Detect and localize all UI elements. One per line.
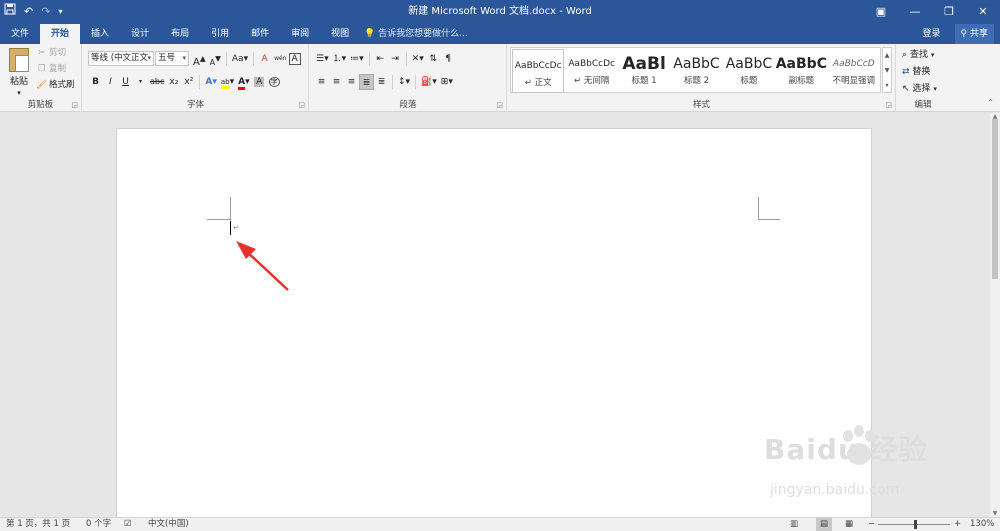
zoom-slider-thumb[interactable] <box>914 520 917 529</box>
read-mode-icon[interactable]: ▥ <box>790 518 798 531</box>
language-indicator[interactable]: 中文(中国) <box>148 518 189 531</box>
zoom-in-button[interactable]: + <box>954 518 961 531</box>
proofing-icon[interactable]: ☑ <box>124 518 132 531</box>
word-count[interactable]: 0 个字 <box>86 518 111 531</box>
web-layout-icon[interactable]: ▦ <box>845 518 853 531</box>
baidu-watermark: Baidu 经验 jingyan.baidu.com <box>764 424 964 514</box>
zoom-level[interactable]: 130% <box>970 518 994 531</box>
watermark-url: jingyan.baidu.com <box>770 482 900 498</box>
page-count[interactable]: 第 1 页，共 1 页 <box>6 518 70 531</box>
status-bar: 第 1 页，共 1 页 0 个字 ☑ 中文(中国) ▥ ▤ ▦ − + 130% <box>0 517 1000 531</box>
paw-logo-icon <box>843 425 875 465</box>
print-layout-icon[interactable]: ▤ <box>816 518 833 531</box>
zoom-out-button[interactable]: − <box>868 518 875 531</box>
